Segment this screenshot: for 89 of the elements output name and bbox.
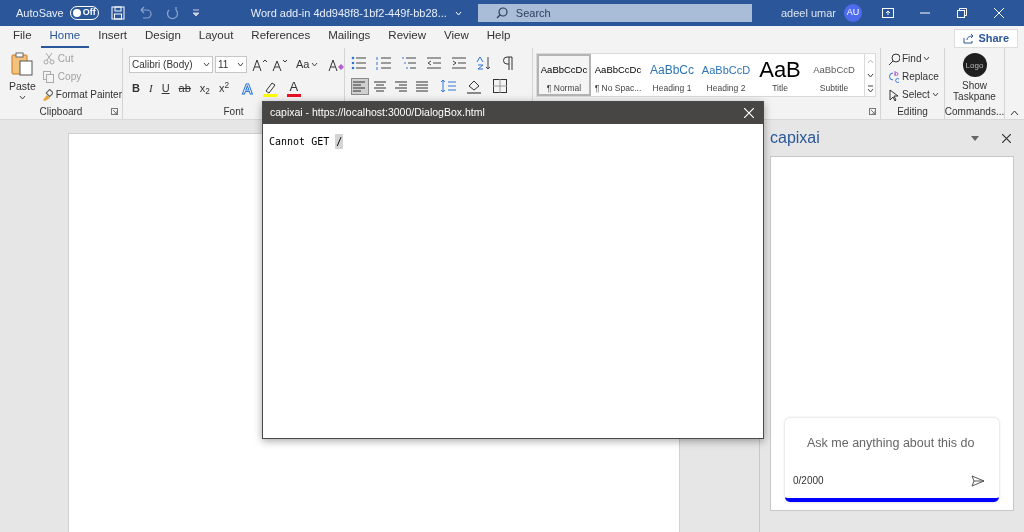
find-button[interactable]: Find [888, 51, 939, 66]
task-pane-title: capixai [770, 128, 820, 148]
character-counter: 0/2000 [793, 474, 824, 488]
style-option[interactable]: AaBbCcDc ¶ Normal [537, 54, 591, 96]
ribbon-tab[interactable]: View [435, 26, 478, 48]
format-button[interactable]: U [161, 83, 170, 94]
caret-icon [454, 10, 462, 16]
ribbon-tab[interactable]: Review [379, 26, 436, 48]
font-size-dropdown[interactable]: 11 [215, 56, 247, 73]
chat-input[interactable]: Ask me anything about this do [807, 434, 977, 453]
style-option[interactable]: AaBbCcD Heading 2 [699, 54, 753, 96]
style-option[interactable]: AaBbCcD Subtitle [807, 54, 861, 96]
collapse-ribbon-icon[interactable] [1010, 110, 1019, 116]
style-option[interactable]: AaBbCc Heading 1 [645, 54, 699, 96]
grow-font-icon[interactable] [252, 57, 268, 72]
share-icon [963, 33, 975, 44]
search-icon [888, 52, 900, 65]
align-left-icon[interactable] [351, 78, 369, 95]
format-painter-button[interactable]: Format Painter [40, 87, 122, 102]
caret-icon[interactable] [971, 135, 979, 141]
shrink-font-icon[interactable] [272, 57, 288, 72]
ribbon-tab[interactable]: Design [136, 26, 190, 48]
document-title[interactable]: Word add-in 4dd948f8-1bf2-449f-bb28... [250, 4, 462, 22]
show-taskpane-button[interactable]: Logo Show Taskpane [945, 48, 1004, 104]
font-name-dropdown[interactable]: Calibri (Body) [129, 56, 213, 73]
ribbon-tab[interactable]: File [4, 26, 41, 48]
ribbon-tab[interactable]: Help [477, 26, 520, 48]
pointer-icon [888, 88, 900, 101]
sort-icon[interactable] [476, 56, 492, 70]
group-label: Commands... [944, 105, 1005, 119]
font-color-button[interactable]: A [286, 80, 301, 97]
ribbon-display-icon[interactable] [882, 8, 894, 18]
error-message: Cannot GET [269, 135, 330, 149]
caret-icon [931, 92, 939, 97]
search-icon [495, 7, 508, 19]
select-button[interactable]: Select [888, 87, 939, 102]
autosave-label: AutoSave [16, 5, 64, 21]
change-case-button[interactable]: Aa [296, 56, 319, 73]
paste-button[interactable]: Paste [6, 48, 39, 104]
customize-icon[interactable] [190, 8, 201, 18]
ribbon-tab[interactable]: Insert [89, 26, 136, 48]
format-button[interactable]: B [132, 83, 140, 94]
style-option[interactable]: AaBbCcDc ¶ No Spac... [591, 54, 645, 96]
caret-icon [237, 62, 244, 67]
ribbon-tab[interactable]: Layout [189, 26, 243, 48]
send-icon[interactable] [971, 474, 985, 487]
increase-indent-icon[interactable] [451, 56, 467, 70]
redo-icon[interactable] [164, 6, 179, 20]
paintbrush-icon [40, 88, 53, 101]
group-label: Clipboard [39, 105, 83, 119]
caret-icon [203, 62, 210, 67]
close-icon[interactable] [1002, 133, 1011, 143]
save-icon[interactable] [110, 6, 125, 20]
user-name[interactable]: adeel umar [780, 4, 836, 22]
dialog-launcher-icon[interactable] [869, 108, 876, 115]
line-spacing-icon[interactable] [440, 78, 458, 95]
search-field[interactable]: Search [477, 4, 752, 22]
clipboard-icon [11, 52, 34, 76]
dialog-title: capixai - https://localhost:3000/DialogBox.html [270, 105, 485, 121]
bullets-icon[interactable] [351, 56, 367, 70]
ribbon-tab[interactable]: Mailings [319, 26, 380, 48]
share-button[interactable]: Share [954, 29, 1018, 48]
scissors-icon [42, 52, 55, 65]
search-input[interactable]: Search [515, 4, 716, 22]
multilevel-list-icon[interactable] [401, 56, 417, 70]
replace-icon [888, 70, 900, 83]
format-button[interactable]: I [148, 83, 153, 94]
copy-icon [42, 70, 55, 83]
replace-button[interactable]: Replace [888, 69, 939, 84]
caret-icon [923, 56, 931, 61]
format-button[interactable]: x$_{2}$ [199, 83, 210, 94]
highlighter-icon[interactable] [261, 80, 278, 97]
caret-icon [311, 62, 319, 67]
clear-formatting-icon[interactable] [328, 57, 345, 72]
style-option[interactable]: AaB Title [753, 54, 807, 96]
group-label: Editing [897, 105, 928, 119]
group-label: Font [223, 105, 244, 119]
decrease-indent-icon[interactable] [426, 56, 442, 70]
dialog-launcher-icon[interactable] [111, 108, 118, 115]
format-button[interactable]: x$^{2}$ [218, 83, 229, 94]
error-path: / [335, 134, 344, 149]
borders-icon[interactable] [492, 78, 510, 95]
caret-icon [18, 94, 26, 100]
user-avatar[interactable]: AU [844, 4, 862, 22]
shading-icon[interactable] [466, 78, 484, 95]
numbering-icon[interactable] [376, 56, 392, 70]
format-button[interactable]: ab [178, 83, 191, 94]
ribbon-tab[interactable]: References [242, 26, 320, 48]
restore-icon[interactable] [957, 8, 967, 18]
